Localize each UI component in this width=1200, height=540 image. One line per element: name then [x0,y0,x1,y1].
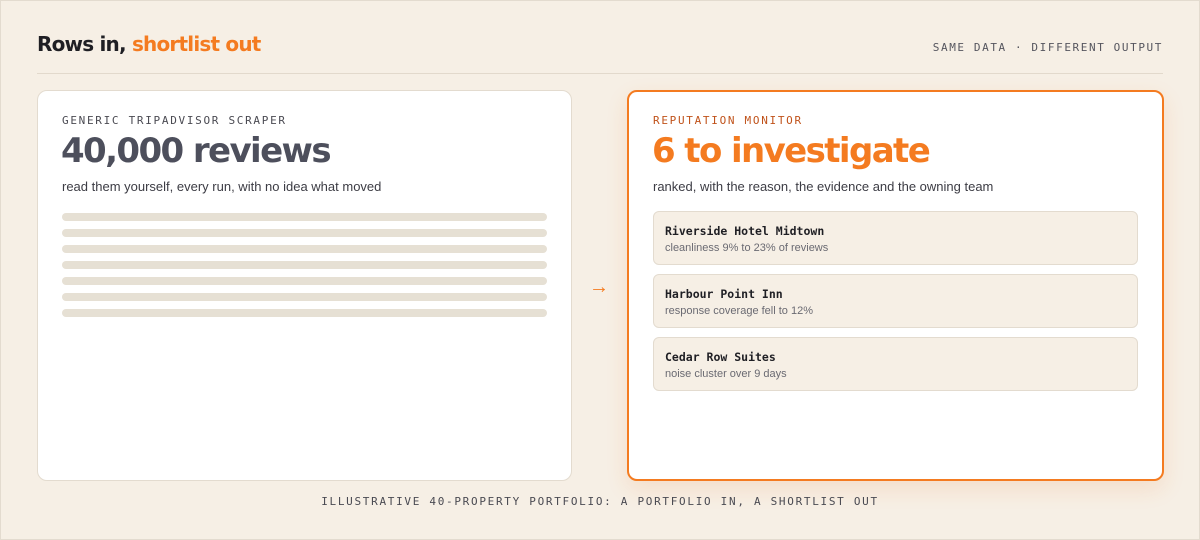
shortlist: Riverside Hotel Midtown cleanliness 9% t… [653,211,1138,400]
placeholder-line [62,213,547,221]
title-accent: shortlist out [131,32,261,56]
footer-caption: ILLUSTRATIVE 40-PROPERTY PORTFOLIO: A PO… [321,495,879,508]
left-card-subtitle: read them yourself, every run, with no i… [62,179,382,194]
item-detail: cleanliness 9% to 23% of reviews [665,242,829,254]
generic-scraper-card: GENERIC TRIPADVISOR SCRAPER 40,000 revie… [37,90,572,481]
left-card-eyebrow: GENERIC TRIPADVISOR SCRAPER [62,114,287,127]
item-detail: response coverage fell to 12% [665,305,813,317]
placeholder-line [62,261,547,269]
page-header: Rows in, shortlist out SAME DATA · DIFFE… [37,30,1163,74]
item-name: Riverside Hotel Midtown [665,224,825,238]
placeholder-line [62,293,547,301]
page-title: Rows in, shortlist out [37,32,261,56]
shortlist-item[interactable]: Cedar Row Suites noise cluster over 9 da… [653,337,1138,391]
placeholder-line [62,309,547,317]
arrow-right-icon: → [589,276,609,298]
right-card-headline: 6 to investigate [652,131,931,171]
shortlist-item[interactable]: Harbour Point Inn response coverage fell… [653,274,1138,328]
title-main: Rows in, [37,32,127,56]
left-card-headline: 40,000 reviews [61,131,332,171]
right-card-eyebrow: REPUTATION MONITOR [653,114,803,127]
placeholder-line [62,245,547,253]
item-detail: noise cluster over 9 days [665,368,787,380]
reputation-monitor-card: REPUTATION MONITOR 6 to investigate rank… [627,90,1164,481]
placeholder-line [62,277,547,285]
item-name: Cedar Row Suites [665,350,776,364]
right-card-subtitle: ranked, with the reason, the evidence an… [653,179,994,194]
item-name: Harbour Point Inn [665,287,783,301]
placeholder-line [62,229,547,237]
shortlist-item[interactable]: Riverside Hotel Midtown cleanliness 9% t… [653,211,1138,265]
review-placeholder-lines [62,213,547,325]
header-tagline: SAME DATA · DIFFERENT OUTPUT [932,41,1163,54]
